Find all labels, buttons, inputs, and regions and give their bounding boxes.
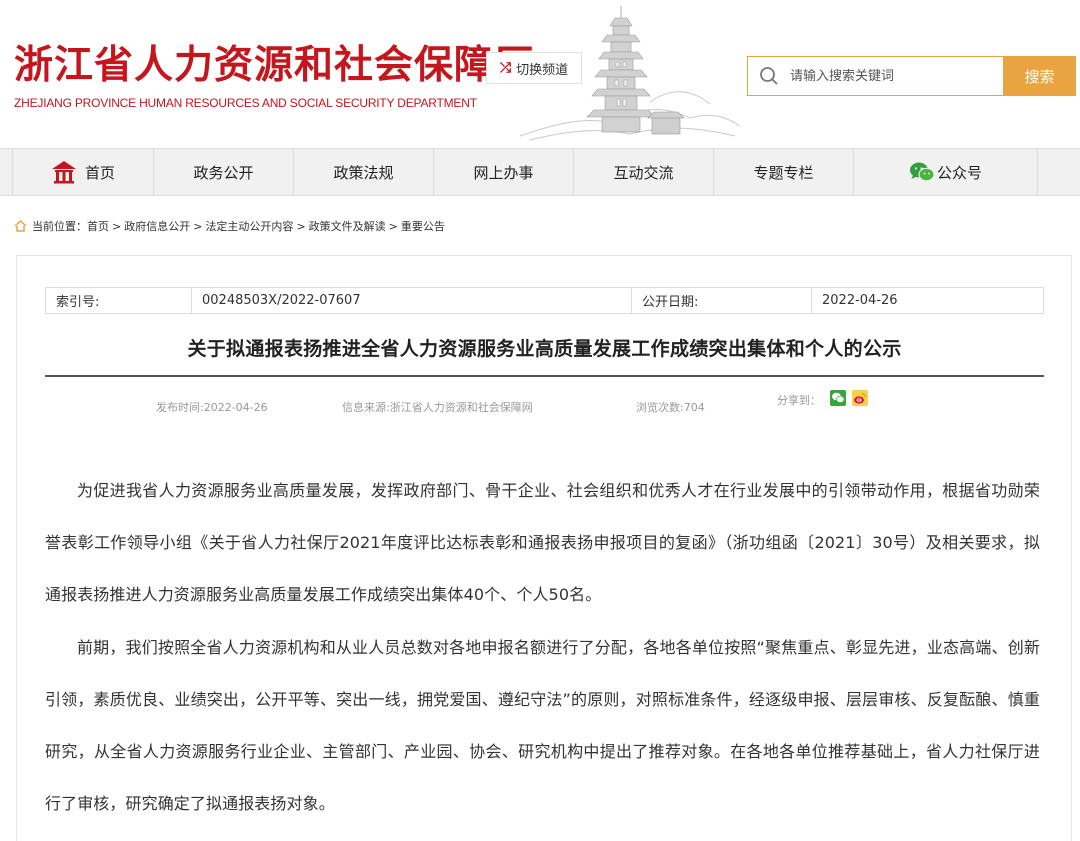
nav-item-gov-affairs[interactable]: 政务公开	[154, 149, 294, 195]
view-count: 浏览次数:704	[636, 401, 705, 414]
publish-date-value: 2022-04-26	[822, 293, 898, 308]
article-body: 为促进我省人力资源服务业高质量发展，发挥政府部门、骨干企业、社会组织和优秀人才在…	[45, 465, 1040, 830]
info-source: 信息来源:浙江省人力资源和社会保障网	[342, 401, 533, 414]
article-paragraph: 前期，我们按照全省人力资源机构和从业人员总数对各地申报名额进行了分配，各地各单位…	[45, 637, 1040, 814]
weibo-share-icon[interactable]	[852, 390, 868, 406]
breadcrumb-separator: >	[112, 219, 122, 233]
pagoda-illustration	[520, 6, 740, 141]
nav-item-home[interactable]: 首页	[12, 149, 154, 195]
breadcrumb-separator: >	[296, 219, 306, 233]
nav-item-online-services[interactable]: 网上办事	[434, 149, 574, 195]
breadcrumb-separator: >	[388, 219, 398, 233]
nav-item-label: 首页	[84, 163, 115, 182]
nav-item-label: 网上办事	[473, 163, 534, 182]
breadcrumb-notices[interactable]: 重要公告	[401, 218, 445, 234]
nav-item-label: 政务公开	[193, 163, 254, 182]
breadcrumb-separator: >	[193, 219, 203, 233]
location-home-icon	[14, 220, 27, 232]
publish-date-label: 公开日期:	[632, 288, 812, 313]
main-nav: 首页 政务公开 政策法规 网上办事 互动交流 专题专栏 公众号	[0, 148, 1080, 196]
site-subtitle: ZHEJIANG PROVINCE HUMAN RESOURCES AND SO…	[14, 96, 477, 110]
breadcrumb-statutory[interactable]: 法定主动公开内容	[205, 218, 293, 234]
breadcrumb-policy-docs[interactable]: 政策文件及解读	[309, 218, 386, 234]
nav-item-label: 政策法规	[333, 163, 394, 182]
wechat-icon	[909, 161, 935, 183]
meta-table: 索引号: 00248503X/2022-07607 公开日期: 2022-04-…	[45, 287, 1044, 314]
nav-item-interaction[interactable]: 互动交流	[574, 149, 714, 195]
nav-item-label: 互动交流	[613, 163, 674, 182]
share-icons	[830, 390, 868, 406]
search-input[interactable]	[790, 68, 990, 84]
search-box	[747, 56, 1003, 96]
shuffle-icon: ⤮	[499, 60, 512, 76]
nav-item-label: 公众号	[936, 163, 982, 182]
index-label: 索引号:	[46, 288, 192, 313]
nav-item-topics[interactable]: 专题专栏	[714, 149, 854, 195]
search-icon	[748, 57, 790, 95]
home-icon	[51, 160, 77, 184]
breadcrumb-home[interactable]: 首页	[87, 218, 109, 234]
title-divider	[45, 375, 1044, 377]
article-title: 关于拟通报表扬推进全省人力资源服务业高质量发展工作成绩突出集体和个人的公示	[187, 338, 902, 360]
share-label: 分享到：	[777, 394, 821, 407]
site-title[interactable]: 浙江省人力资源和社会保障厅	[14, 42, 534, 88]
search-button[interactable]: 搜索	[1003, 56, 1076, 96]
publish-time: 发布时间:2022-04-26	[156, 401, 268, 414]
breadcrumb: 当前位置： 首页 > 政府信息公开 > 法定主动公开内容 > 政策文件及解读 >…	[14, 218, 445, 234]
site-header: 浙江省人力资源和社会保障厅 ZHEJIANG PROVINCE HUMAN RE…	[0, 0, 1080, 148]
breadcrumb-gov-info[interactable]: 政府信息公开	[124, 218, 190, 234]
wechat-share-icon[interactable]	[830, 390, 846, 406]
nav-item-wechat[interactable]: 公众号	[854, 149, 1038, 195]
index-value: 00248503X/2022-07607	[192, 288, 632, 313]
breadcrumb-prefix: 当前位置：	[32, 220, 87, 233]
article-paragraph: 为促进我省人力资源服务业高质量发展，发挥政府部门、骨干企业、社会组织和优秀人才在…	[45, 481, 1040, 605]
nav-item-policy[interactable]: 政策法规	[294, 149, 434, 195]
nav-item-label: 专题专栏	[753, 163, 814, 182]
